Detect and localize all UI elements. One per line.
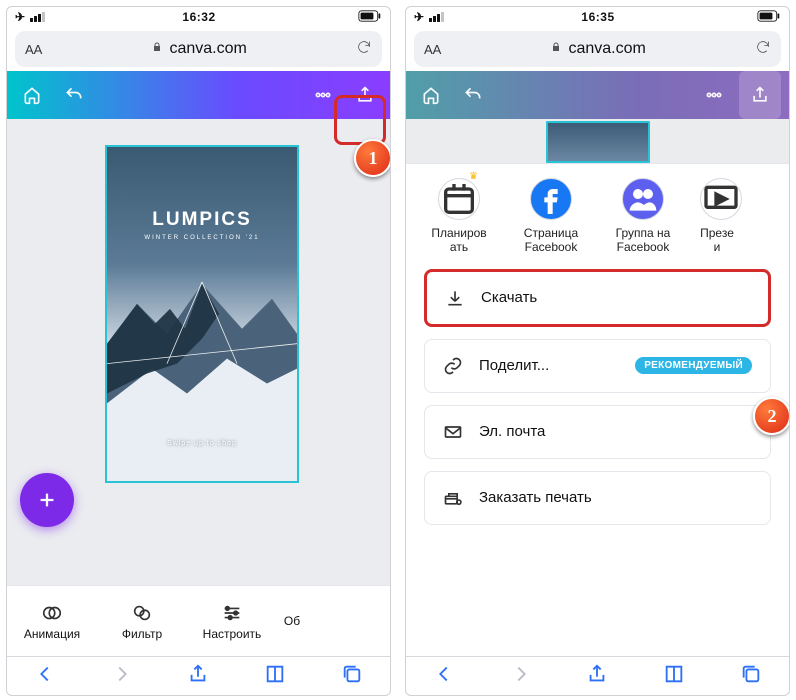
share-sheet: ♛ Планиров ать Страница Facebook Группа …	[406, 119, 789, 656]
bookmarks-button[interactable]	[264, 663, 286, 690]
canvas[interactable]: LUMPICS WINTER COLLECTION '21 Swipe up t…	[7, 119, 390, 585]
browser-toolbar	[7, 656, 390, 695]
phone-right: ✈︎ 16:35 AA canva.com ♛ Планиров ать	[405, 6, 790, 696]
share-present[interactable]: Презе и	[692, 178, 742, 255]
address-bar[interactable]: AA canva.com	[15, 31, 382, 67]
lock-icon	[550, 40, 562, 58]
undo-button[interactable]	[53, 71, 95, 119]
home-button[interactable]	[11, 71, 53, 119]
print-option[interactable]: Заказать печать	[424, 471, 771, 525]
text-size-button[interactable]: AA	[424, 42, 441, 57]
mountain-illustration	[107, 274, 297, 481]
refresh-button[interactable]	[755, 39, 771, 60]
share-schedule[interactable]: ♛ Планиров ать	[416, 178, 502, 255]
status-time: 16:35	[444, 10, 752, 24]
more-button[interactable]	[302, 71, 344, 119]
marker-2: 2	[753, 397, 790, 435]
bottom-toolbar: Анимация Фильтр Настроить Об	[7, 585, 390, 656]
url-text: canva.com	[568, 40, 645, 58]
recommended-badge: РЕКОМЕНДУЕМЫЙ	[635, 357, 752, 374]
wifi-icon	[429, 12, 444, 22]
design-thumbnail	[546, 121, 650, 163]
refresh-button[interactable]	[356, 39, 372, 60]
address-bar[interactable]: AA canva.com	[414, 31, 781, 67]
share-link-option[interactable]: Поделит... РЕКОМЕНДУЕМЫЙ	[424, 339, 771, 393]
crown-icon: ♛	[469, 171, 478, 182]
share-browser-button[interactable]	[586, 663, 608, 690]
battery-icon	[358, 10, 382, 25]
url-text: canva.com	[169, 40, 246, 58]
status-time: 16:32	[45, 10, 353, 24]
swipe-caption: Swipe up to shop	[107, 440, 297, 447]
design-preview[interactable]: LUMPICS WINTER COLLECTION '21 Swipe up t…	[105, 145, 299, 483]
status-bar: ✈︎ 16:32	[7, 7, 390, 27]
tabs-button[interactable]	[740, 663, 762, 690]
more-button[interactable]	[693, 71, 735, 119]
marker-1: 1	[354, 139, 391, 177]
battery-icon	[757, 10, 781, 25]
back-button[interactable]	[433, 663, 455, 690]
share-browser-button[interactable]	[187, 663, 209, 690]
home-button[interactable]	[410, 71, 452, 119]
share-button[interactable]	[344, 71, 386, 119]
tool-adjust[interactable]: Настроить	[187, 602, 277, 641]
status-bar: ✈︎ 16:35	[406, 7, 789, 27]
app-header	[406, 71, 789, 119]
share-facebook-group[interactable]: Группа на Facebook	[600, 178, 686, 255]
undo-button[interactable]	[452, 71, 494, 119]
share-button[interactable]	[739, 71, 781, 119]
airplane-icon: ✈︎	[414, 10, 424, 24]
lock-icon	[151, 40, 163, 58]
text-size-button[interactable]: AA	[25, 42, 42, 57]
airplane-icon: ✈︎	[15, 10, 25, 24]
bookmarks-button[interactable]	[663, 663, 685, 690]
download-option[interactable]: Скачать	[424, 269, 771, 327]
browser-toolbar	[406, 656, 789, 695]
share-targets: ♛ Планиров ать Страница Facebook Группа …	[416, 178, 779, 255]
phone-left: ✈︎ 16:32 AA canva.com LUMPICS WIN	[6, 6, 391, 696]
app-header	[7, 71, 390, 119]
wifi-icon	[30, 12, 45, 22]
email-option[interactable]: Эл. почта	[424, 405, 771, 459]
tabs-button[interactable]	[341, 663, 363, 690]
add-page-button[interactable]	[20, 473, 74, 527]
tool-animation[interactable]: Анимация	[7, 602, 97, 641]
forward-button[interactable]	[111, 663, 133, 690]
back-button[interactable]	[34, 663, 56, 690]
share-facebook-page[interactable]: Страница Facebook	[508, 178, 594, 255]
forward-button[interactable]	[510, 663, 532, 690]
tool-filter[interactable]: Фильтр	[97, 602, 187, 641]
design-title: LUMPICS	[152, 209, 252, 231]
design-subtitle: WINTER COLLECTION '21	[144, 235, 259, 241]
tool-more[interactable]: Об	[277, 614, 307, 628]
